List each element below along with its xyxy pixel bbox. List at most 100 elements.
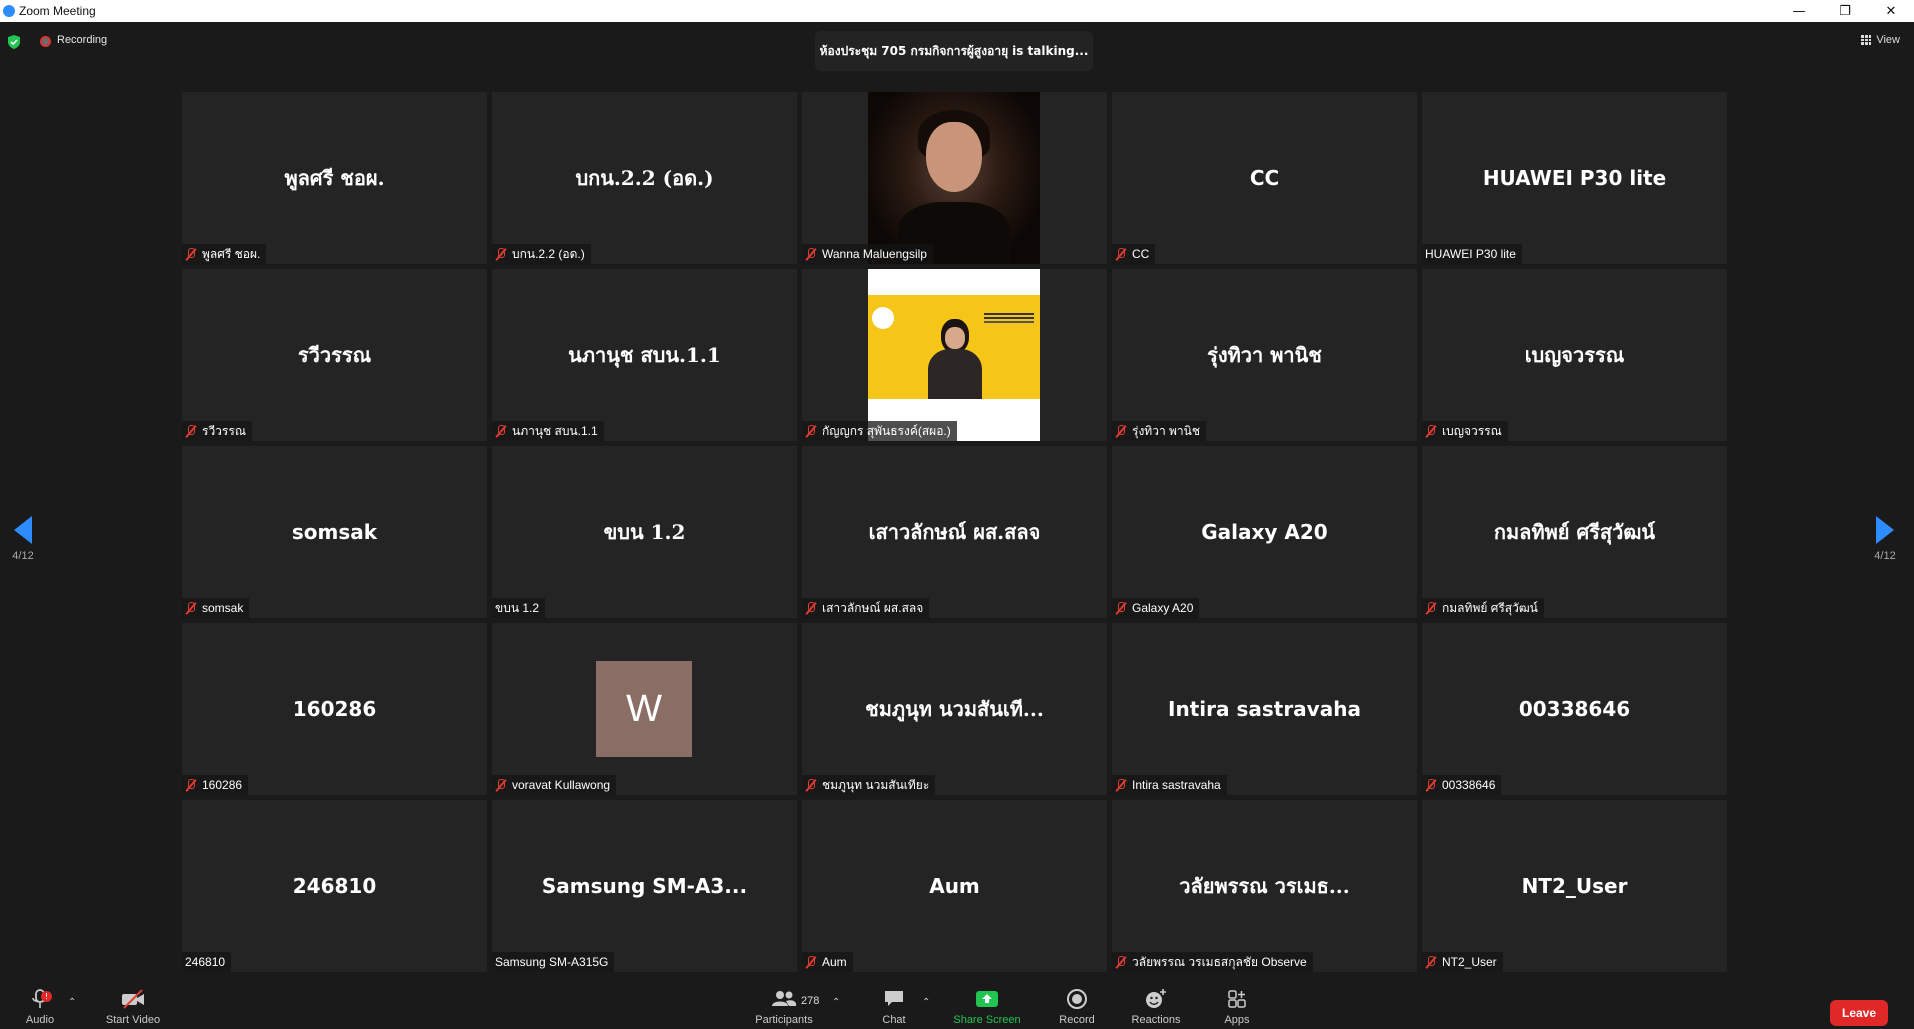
- participant-name: กมลทิพย์ ศรีสุวัฒน์: [1442, 600, 1538, 615]
- apps-icon: [1228, 990, 1246, 1008]
- muted-mic-icon: [1425, 424, 1437, 438]
- muted-mic-icon: [185, 247, 197, 261]
- muted-mic-icon: [185, 424, 197, 438]
- apps-label: Apps: [1224, 1014, 1250, 1026]
- participant-tile[interactable]: เบญจวรรณ เบญจวรรณ: [1422, 269, 1727, 441]
- minimize-button[interactable]: —: [1776, 0, 1822, 22]
- muted-mic-icon: [1115, 424, 1127, 438]
- participant-name-label: Wanna Maluengsilp: [802, 244, 933, 264]
- participant-name-label: Aum: [802, 952, 853, 972]
- window-titlebar: Zoom Meeting — ❐ ✕: [0, 0, 1914, 22]
- shield-icon[interactable]: [6, 34, 22, 50]
- participant-display-name: วลัยพรรณ วรเมธ...: [1179, 874, 1350, 898]
- participant-tile[interactable]: รวีวรรณ รวีวรรณ: [182, 269, 487, 441]
- chat-options-caret[interactable]: ⌃: [922, 997, 930, 1008]
- participant-tile[interactable]: Samsung SM-A3... Samsung SM-A315G: [492, 800, 797, 972]
- participant-tile[interactable]: Intira sastravaha Intira sastravaha: [1112, 623, 1417, 795]
- participant-name: Galaxy A20: [1132, 601, 1194, 615]
- participant-name-label: somsak: [182, 598, 250, 618]
- muted-mic-icon: [1115, 955, 1127, 969]
- participant-name-label: บกน.2.2 (อด.): [492, 244, 591, 264]
- apps-button[interactable]: Apps: [1222, 985, 1252, 1029]
- next-page-button[interactable]: 4/12: [1870, 516, 1900, 562]
- participant-display-name: CC: [1249, 166, 1280, 190]
- participant-tile[interactable]: Wvoravat Kullawong: [492, 623, 797, 795]
- record-button[interactable]: Record: [1058, 985, 1096, 1029]
- participants-options-caret[interactable]: ⌃: [832, 997, 840, 1008]
- participant-tile[interactable]: 00338646 00338646: [1422, 623, 1727, 795]
- participant-name: บกน.2.2 (อด.): [512, 246, 585, 261]
- participant-name-label: กมลทิพย์ ศรีสุวัฒน์: [1422, 598, 1544, 618]
- audio-button[interactable]: Audio: [24, 985, 56, 1029]
- participant-tile[interactable]: CC CC: [1112, 92, 1417, 264]
- audio-options-caret[interactable]: ⌃: [68, 997, 76, 1008]
- muted-mic-icon: [805, 601, 817, 615]
- previous-page-button[interactable]: 4/12: [8, 516, 38, 562]
- participant-name-label: ขบน 1.2: [492, 598, 546, 618]
- participant-display-name: พูลศรี ชอผ.: [284, 166, 385, 190]
- meeting-toolbar: Audio ! ⌃ Start Video Participants 278 ⌃: [0, 985, 1914, 1029]
- participant-name-label: ชมภูนุท นวมสันเทียะ: [802, 775, 936, 795]
- close-button[interactable]: ✕: [1868, 0, 1914, 22]
- participant-display-name: บกน.2.2 (อด.): [575, 166, 714, 190]
- participant-display-name: 160286: [292, 697, 377, 721]
- muted-mic-icon: [805, 778, 817, 792]
- participant-name-label: 160286: [182, 775, 249, 795]
- participant-name: Aum: [822, 955, 847, 969]
- share-screen-button[interactable]: Share Screen: [950, 985, 1024, 1029]
- participant-name: ขบน 1.2: [495, 600, 540, 615]
- leave-button[interactable]: Leave: [1830, 1000, 1888, 1026]
- participant-tile[interactable]: รุ่งทิวา พานิช รุ่งทิวา พานิช: [1112, 269, 1417, 441]
- participant-video: [868, 269, 1040, 441]
- muted-mic-icon: [1425, 955, 1437, 969]
- reactions-label: Reactions: [1131, 1014, 1181, 1026]
- chat-label: Chat: [882, 1014, 906, 1026]
- participant-name-label: 00338646: [1422, 775, 1502, 795]
- participant-name: รุ่งทิวา พานิช: [1132, 423, 1201, 438]
- participant-tile[interactable]: นภานุช สบน.1.1 นภานุช สบน.1.1: [492, 269, 797, 441]
- participant-tile[interactable]: 160286 160286: [182, 623, 487, 795]
- muted-mic-icon: [805, 955, 817, 969]
- restore-button[interactable]: ❐: [1822, 0, 1868, 22]
- arrow-right-icon: [1876, 516, 1894, 544]
- participant-name-label: Intira sastravaha: [1112, 775, 1227, 795]
- share-screen-icon: [976, 991, 998, 1007]
- participant-tile[interactable]: วลัยพรรณ วรเมธ... วลัยพรรณ วรเมธสกุลชัย O…: [1112, 800, 1417, 972]
- participant-tile[interactable]: somsak somsak: [182, 446, 487, 618]
- share-screen-label: Share Screen: [953, 1014, 1021, 1026]
- participant-display-name: นภานุช สบน.1.1: [568, 343, 721, 367]
- grid-view-icon: [1861, 35, 1872, 45]
- participants-button[interactable]: Participants: [752, 985, 816, 1029]
- participant-tile[interactable]: NT2_User NT2_User: [1422, 800, 1727, 972]
- recording-icon: [40, 36, 51, 47]
- window-controls: — ❐ ✕: [1776, 0, 1914, 22]
- participant-tile[interactable]: ขบน 1.2 ขบน 1.2: [492, 446, 797, 618]
- muted-mic-icon: [185, 778, 197, 792]
- participant-tile[interactable]: 246810 246810: [182, 800, 487, 972]
- meeting-top-bar: Recording ห้องประชุม 705 กรมกิจการผู้สูง…: [0, 22, 1914, 90]
- participant-name-label: Samsung SM-A315G: [492, 952, 615, 972]
- participant-tile[interactable]: ชมภูนุท นวมสันเที... ชมภูนุท นวมสันเทียะ: [802, 623, 1107, 795]
- participant-name: กัญญกร สุพันธรงค์(สผอ.): [822, 423, 951, 438]
- view-button[interactable]: View: [1861, 34, 1900, 46]
- participant-tile[interactable]: กมลทิพย์ ศรีสุวัฒน์ กมลทิพย์ ศรีสุวัฒน์: [1422, 446, 1727, 618]
- participants-count: 278: [801, 995, 820, 1007]
- participant-tile[interactable]: พูลศรี ชอผ. พูลศรี ชอผ.: [182, 92, 487, 264]
- participant-tile[interactable]: HUAWEI P30 lite HUAWEI P30 lite: [1422, 92, 1727, 264]
- chat-button[interactable]: Chat: [880, 985, 908, 1029]
- participant-tile[interactable]: Aum Aum: [802, 800, 1107, 972]
- participant-tile[interactable]: กัญญกร สุพันธรงค์(สผอ.): [802, 269, 1107, 441]
- participant-tile[interactable]: Galaxy A20 Galaxy A20: [1112, 446, 1417, 618]
- muted-mic-icon: [185, 601, 197, 615]
- record-label: Record: [1059, 1014, 1095, 1026]
- participant-tile[interactable]: บกน.2.2 (อด.) บกน.2.2 (อด.): [492, 92, 797, 264]
- participant-display-name: เสาวลักษณ์ ผส.สลจ: [868, 520, 1041, 544]
- view-label: View: [1876, 34, 1900, 46]
- page-indicator-right: 4/12: [1874, 550, 1896, 562]
- page-indicator-left: 4/12: [12, 550, 34, 562]
- reactions-button[interactable]: Reactions: [1128, 985, 1184, 1029]
- participant-tile[interactable]: เสาวลักษณ์ ผส.สลจ เสาวลักษณ์ ผส.สลจ: [802, 446, 1107, 618]
- participant-tile[interactable]: Wanna Maluengsilp: [802, 92, 1107, 264]
- start-video-button[interactable]: Start Video: [100, 985, 166, 1029]
- participant-name-label: NT2_User: [1422, 952, 1503, 972]
